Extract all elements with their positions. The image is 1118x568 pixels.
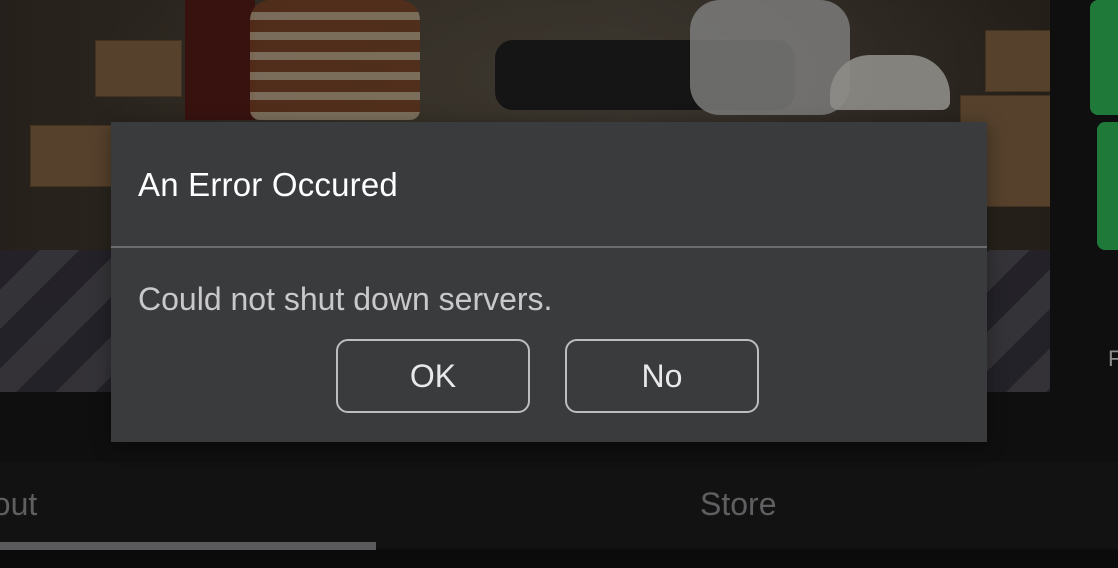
- side-panel-green: [1090, 0, 1118, 115]
- side-panel-text: F: [1108, 346, 1118, 371]
- active-tab-indicator: [0, 542, 376, 550]
- side-panel-green: [1097, 122, 1118, 250]
- ok-button[interactable]: OK: [336, 339, 530, 413]
- error-dialog: An Error Occured Could not shut down ser…: [111, 122, 987, 442]
- tab-store[interactable]: Store: [700, 486, 776, 523]
- tab-bar: bout Store: [0, 462, 1118, 550]
- footer-strip: [0, 550, 1118, 568]
- dialog-message: Could not shut down servers.: [138, 281, 553, 317]
- dialog-title: An Error Occured: [138, 166, 398, 203]
- tab-about[interactable]: bout: [0, 486, 37, 523]
- no-button[interactable]: No: [565, 339, 759, 413]
- dialog-divider: [111, 246, 987, 248]
- app-screen: F bout Store An Error Occured Could not …: [0, 0, 1118, 568]
